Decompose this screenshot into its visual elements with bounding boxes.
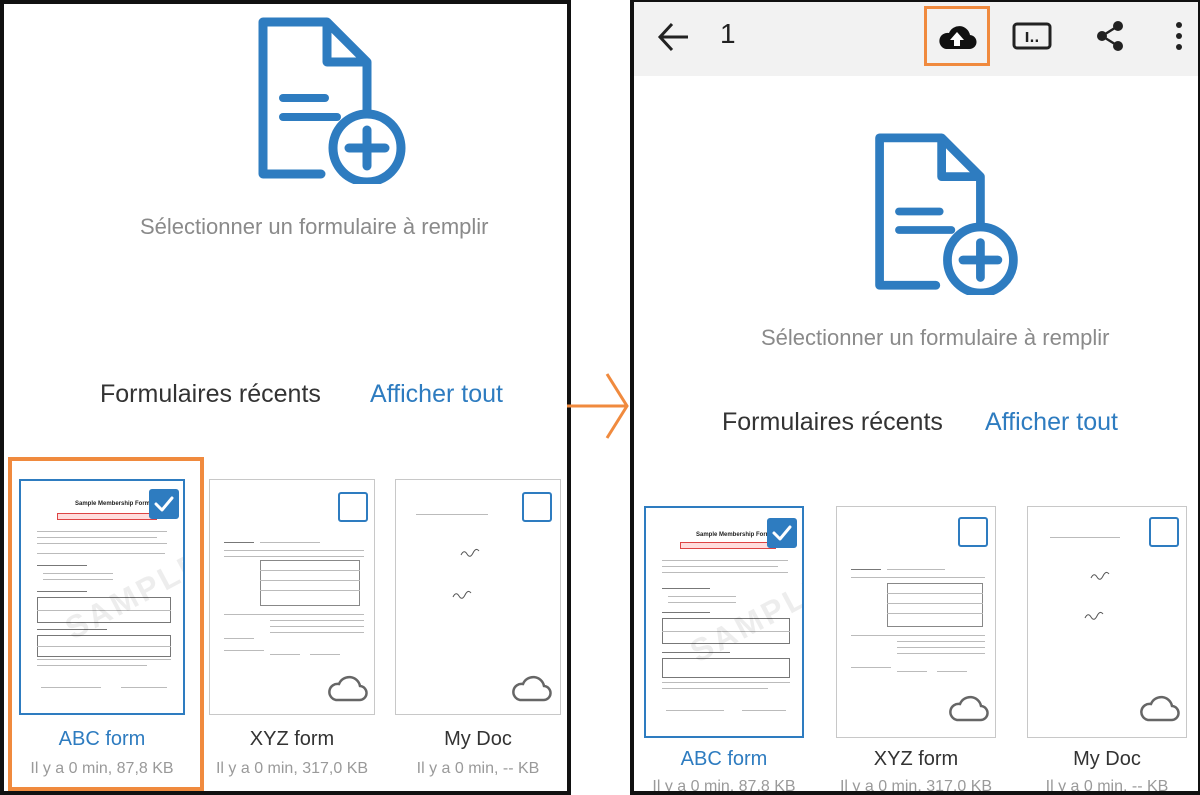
text-recognition-icon: I.. (1012, 22, 1052, 50)
show-all-link[interactable]: Afficher tout (370, 380, 503, 409)
after-screen: 1 I.. Sélectionner un formulaire à rempl… (630, 0, 1200, 795)
share-icon (1097, 21, 1123, 51)
select-form-prompt: Sélectionner un formulaire à remplir (761, 325, 1110, 350)
checkbox-icon[interactable] (338, 492, 368, 522)
arrow-left-icon[interactable] (656, 19, 692, 55)
checkbox-icon[interactable] (958, 517, 988, 547)
form-meta: Il y a 0 min, -- KB (1045, 778, 1169, 795)
checkbox-icon[interactable] (1149, 517, 1179, 547)
cloud-upload-icon (939, 26, 977, 50)
form-meta: Il y a 0 min, -- KB (416, 760, 540, 777)
selection-count: 1 (720, 18, 736, 49)
thumb-warning-bar (680, 542, 776, 549)
selection-highlight (8, 457, 204, 791)
document-add-icon (875, 133, 1018, 295)
form-card-abc[interactable]: Sample Membership Form SAMPLE (644, 506, 804, 738)
top-app-bar: 1 I.. (634, 2, 1198, 76)
select-form-prompt: Sélectionner un formulaire à remplir (140, 214, 489, 239)
form-card-mydoc[interactable] (395, 479, 561, 715)
recent-forms-heading: Formulaires récents (100, 380, 321, 408)
arrow-right-icon (567, 373, 629, 439)
signature-scribble (1084, 611, 1104, 620)
text-recognition-button[interactable]: I.. (1010, 14, 1054, 58)
form-meta: Il y a 0 min, 87,8 KB (652, 778, 796, 795)
form-meta: Il y a 0 min, 317,0 KB (215, 760, 369, 777)
cloud-icon (512, 675, 552, 702)
form-card-mydoc[interactable] (1027, 506, 1187, 738)
upload-button[interactable] (924, 6, 990, 66)
form-title: My Doc (1073, 748, 1141, 770)
before-screen: Sélectionner un formulaire à remplir For… (0, 0, 571, 795)
svg-text:I..: I.. (1025, 31, 1040, 46)
checkbox-icon[interactable] (767, 518, 797, 548)
form-title: My Doc (444, 728, 512, 750)
recent-forms-heading: Formulaires récents (722, 408, 943, 436)
document-add-icon (258, 17, 406, 184)
cloud-icon (949, 695, 989, 722)
form-title: XYZ form (873, 748, 959, 770)
more-vertical-icon (1176, 22, 1182, 50)
thumb-heading: Sample Membership Form (696, 532, 772, 538)
checkbox-icon[interactable] (522, 492, 552, 522)
form-title: ABC form (680, 748, 768, 770)
cloud-icon (328, 675, 368, 702)
signature-scribble (1090, 571, 1110, 580)
form-card-xyz[interactable] (209, 479, 375, 715)
more-options-button[interactable] (1164, 14, 1194, 58)
form-title: XYZ form (249, 728, 335, 750)
form-meta: Il y a 0 min, 317,0 KB (839, 778, 993, 795)
signature-scribble (452, 590, 472, 599)
signature-scribble (460, 548, 480, 557)
form-card-xyz[interactable] (836, 506, 996, 738)
cloud-icon (1140, 695, 1180, 722)
share-button[interactable] (1088, 14, 1132, 58)
show-all-link[interactable]: Afficher tout (985, 408, 1118, 437)
